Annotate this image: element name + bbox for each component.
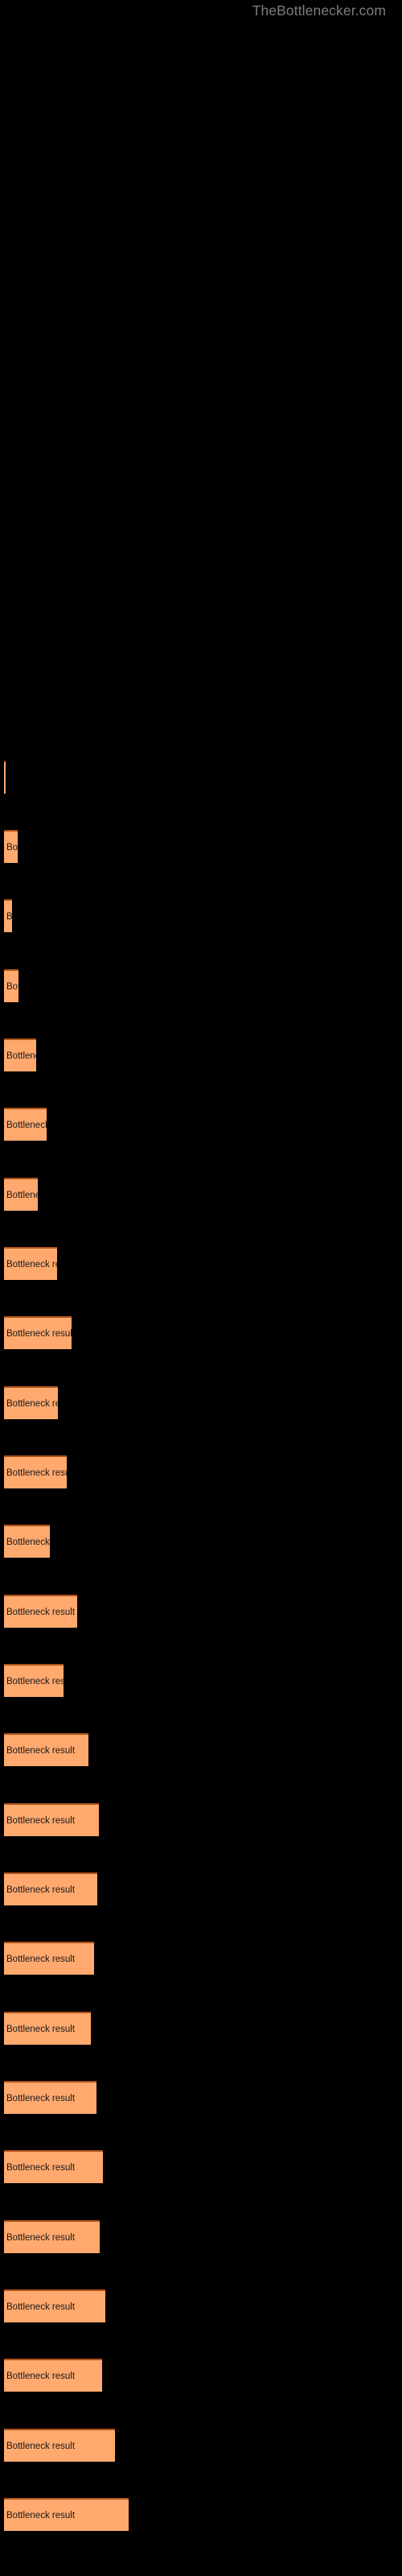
bar-label: Bottleneck result xyxy=(6,1259,57,1269)
chart-root: TheBottlenecker.com Bottleneck resultBot… xyxy=(0,0,402,2576)
bar[interactable]: Bottleneck result xyxy=(4,2012,91,2045)
bar-label: Bottleneck result xyxy=(6,2510,76,2520)
bar-label: Bottleneck result xyxy=(6,1815,76,1826)
bar[interactable]: Bottleneck result xyxy=(4,1247,57,1280)
bar[interactable]: Bottleneck result xyxy=(4,1664,64,1697)
bar-row: Bottleneck result xyxy=(0,1595,402,1628)
bar-row: Bottleneck result xyxy=(0,2289,402,2322)
bar-label: Bottleneck result xyxy=(6,1676,64,1686)
bar-label: Bottleneck result xyxy=(6,1328,72,1339)
bar[interactable]: Bottleneck result xyxy=(4,2150,103,2183)
bar-label: Bottleneck result xyxy=(6,1120,47,1130)
bar-label: Bottleneck result xyxy=(6,981,18,992)
bar-row: Bottleneck result xyxy=(0,1733,402,1766)
bar-row: Bottleneck result xyxy=(0,899,402,932)
bar[interactable]: Bottleneck result xyxy=(4,2429,115,2462)
bar-label: Bottleneck result xyxy=(6,2301,76,2312)
bar-label: Bottleneck result xyxy=(6,2232,76,2243)
bar-row: Bottleneck result xyxy=(0,830,402,863)
bar-label: Bottleneck result xyxy=(6,1537,50,1547)
bar[interactable]: Bottleneck result xyxy=(4,1872,97,1905)
bar-row: Bottleneck result xyxy=(0,2012,402,2045)
bar[interactable]: Bottleneck result xyxy=(4,1595,77,1628)
bar[interactable]: Bottleneck result xyxy=(4,1316,72,1349)
bar-row: Bottleneck result xyxy=(0,1247,402,1280)
bar-row: Bottleneck result xyxy=(0,1316,402,1349)
bar[interactable]: Bottleneck result xyxy=(4,2498,129,2531)
bar-row: Bottleneck result xyxy=(0,969,402,1002)
bar-label: Bottleneck result xyxy=(6,1954,76,1964)
bar-label: Bottleneck result xyxy=(6,911,12,922)
bar[interactable]: Bottleneck result xyxy=(4,1455,67,1488)
bar-label: Bottleneck result xyxy=(6,1051,36,1061)
bar[interactable]: Bottleneck result xyxy=(4,830,18,863)
bar-row: Bottleneck result xyxy=(0,2150,402,2183)
bar-label: Bottleneck result xyxy=(6,2093,76,2103)
bar-label: Bottleneck result xyxy=(6,842,18,852)
bar-row: Bottleneck result xyxy=(0,2429,402,2462)
bar-row: Bottleneck result xyxy=(0,1872,402,1905)
bar[interactable]: Bottleneck result xyxy=(4,2289,105,2322)
bar[interactable]: Bottleneck result xyxy=(4,2359,102,2392)
bar-label: Bottleneck result xyxy=(6,1745,76,1756)
bar[interactable]: Bottleneck result xyxy=(4,1525,50,1558)
bar-row: Bottleneck result xyxy=(0,1178,402,1211)
bar-row: Bottleneck result xyxy=(0,2498,402,2531)
bar-label: Bottleneck result xyxy=(6,1885,76,1895)
bar[interactable]: Bottleneck result xyxy=(4,1733,88,1766)
bar-row: Bottleneck result xyxy=(0,1942,402,1975)
bar-chart-plot-area: Bottleneck result Bottleneck result Bottle… xyxy=(0,0,402,2576)
bar[interactable]: Bottleneck result xyxy=(4,2081,96,2114)
bar[interactable]: Bottleneck result xyxy=(4,1038,36,1071)
bar-label: Bottleneck result xyxy=(6,2441,76,2451)
bar-row: Bottleneck result xyxy=(0,2359,402,2392)
bar-row: Bottleneck result xyxy=(0,1038,402,1071)
bar-label: Bottleneck result xyxy=(6,2371,76,2381)
bar-row: Bottleneck result xyxy=(0,1525,402,1558)
bar-row: Bottleneck result xyxy=(0,1455,402,1488)
bar-row: Bottleneck result xyxy=(0,2081,402,2114)
bar-label: Bottleneck result xyxy=(6,1190,38,1200)
bar-label: Bottleneck result xyxy=(6,1468,67,1478)
bar-row: Bottleneck result xyxy=(0,761,402,794)
bar-row: Bottleneck result xyxy=(0,1664,402,1697)
bar-row: Bottleneck result xyxy=(0,2220,402,2253)
bar-label: Bottleneck result xyxy=(6,1398,58,1409)
bar-row: Bottleneck result xyxy=(0,1803,402,1836)
bar[interactable]: Bottleneck result xyxy=(4,1386,58,1419)
bar-row: Bottleneck result xyxy=(0,1108,402,1141)
bar[interactable]: Bottleneck result xyxy=(4,2220,100,2253)
bar[interactable]: Bottleneck result xyxy=(4,1178,38,1211)
bar-label: Bottleneck result xyxy=(6,2024,76,2034)
bar[interactable]: Bottleneck result xyxy=(4,1803,99,1836)
bar-label: Bottleneck result xyxy=(6,1607,76,1617)
bar[interactable]: Bottleneck result xyxy=(4,1108,47,1141)
bar-label: Bottleneck result xyxy=(6,2162,76,2173)
bar[interactable]: Bottleneck result xyxy=(4,969,18,1002)
bar[interactable]: Bottleneck result xyxy=(4,899,12,932)
bar[interactable]: Bottleneck result xyxy=(4,1942,94,1975)
bar[interactable]: Bottleneck result xyxy=(4,761,6,794)
bar-row: Bottleneck result xyxy=(0,1386,402,1419)
